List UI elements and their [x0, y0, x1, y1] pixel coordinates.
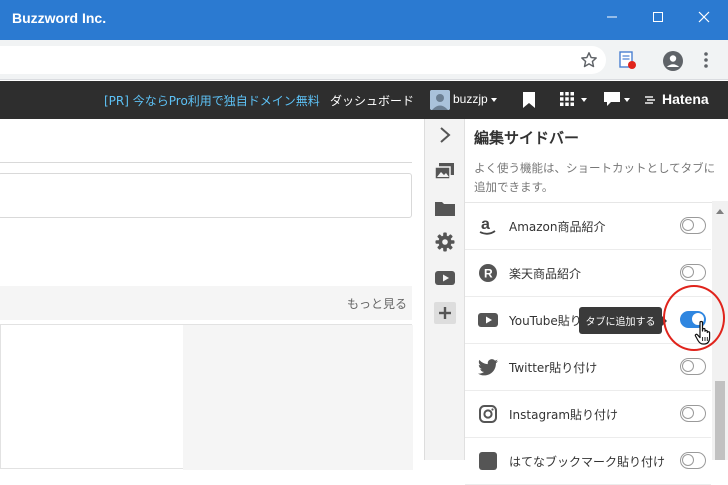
sidebar-tab-column [424, 119, 464, 460]
amazon-toggle[interactable] [680, 217, 706, 234]
promo-link[interactable]: [PR] 今ならPro利用で独自ドメイン無料 [104, 92, 320, 109]
hatena-header: [PR] 今ならPro利用で独自ドメイン無料 ダッシュボード buzzjp Ha… [0, 81, 728, 119]
toggle-knob [682, 454, 694, 466]
content-box-side [183, 325, 413, 470]
svg-text:R: R [484, 267, 493, 281]
close-button[interactable] [681, 0, 727, 34]
list-item[interactable]: Instagram貼り付け [465, 391, 711, 438]
list-item-label: はてなブックマーク貼り付け [509, 455, 666, 469]
list-item[interactable]: Twitter貼り付け [465, 344, 711, 391]
address-bar[interactable] [0, 46, 606, 74]
list-item[interactable]: a Amazon商品紹介 [465, 203, 711, 250]
instagram-icon [477, 403, 499, 425]
youtube-icon [477, 309, 499, 331]
twitter-toggle[interactable] [680, 358, 706, 375]
twitter-icon [477, 356, 499, 378]
photo-icon [434, 163, 454, 180]
minimize-icon [607, 16, 617, 18]
user-avatar-icon [430, 90, 450, 110]
toggle-knob [682, 407, 694, 419]
rakuten-icon: R [477, 262, 499, 284]
more-link[interactable]: もっと見る [347, 295, 407, 312]
username[interactable]: buzzjp [453, 92, 488, 106]
list-item[interactable]: はてなブックマーク貼り付け [465, 438, 711, 485]
list-item[interactable]: R 楽天商品紹介 [465, 250, 711, 297]
apps-caret-icon[interactable] [581, 98, 587, 102]
toggle-knob [682, 266, 694, 278]
folder-tab[interactable] [434, 197, 456, 219]
browser-menu-icon[interactable] [699, 50, 713, 70]
svg-text:a: a [481, 216, 490, 233]
maximize-icon [653, 12, 663, 22]
list-item-label: Twitter貼り付け [509, 361, 598, 375]
list-item-label: Amazon商品紹介 [509, 220, 606, 234]
collapse-sidebar-button[interactable] [425, 119, 464, 151]
add-tab-button[interactable] [434, 302, 456, 324]
hatena-logo-icon [645, 96, 655, 104]
gear-icon [435, 232, 455, 252]
list-item-label: YouTube貼り [509, 314, 582, 328]
avatar[interactable] [430, 90, 450, 110]
extension-icon[interactable] [617, 50, 637, 70]
add-to-tab-tooltip: タブに追加する [579, 307, 667, 334]
close-icon [698, 11, 710, 23]
scrollbar-thumb[interactable] [715, 381, 725, 460]
settings-tab[interactable] [434, 231, 456, 253]
list-item-label: 楽天商品紹介 [509, 267, 582, 281]
bookmark-icon[interactable] [523, 92, 535, 108]
window-titlebar: Buzzword Inc. [0, 0, 728, 40]
hatena-bookmark-icon [477, 450, 499, 472]
instagram-toggle[interactable] [680, 405, 706, 422]
sidebar-description: よく使う機能は、ショートカットとしてタブに追加できます。 [474, 161, 716, 194]
hand-cursor-icon [694, 320, 711, 345]
scroll-up-arrow-icon[interactable] [716, 209, 724, 214]
editor-area: もっと見る [0, 119, 424, 470]
amazon-icon: a [477, 215, 499, 237]
title-underline [0, 162, 412, 163]
user-menu-caret-icon[interactable] [491, 98, 497, 102]
hatena-bookmark-toggle[interactable] [680, 452, 706, 469]
dashboard-link[interactable]: ダッシュボード [330, 92, 414, 109]
editor-input-field[interactable] [0, 173, 412, 218]
youtube-tab[interactable] [434, 267, 456, 289]
toggle-knob [682, 219, 694, 231]
account-icon[interactable] [662, 50, 684, 72]
hatena-logo[interactable]: Hatena [662, 91, 709, 107]
sidebar-title: 編集サイドバー [474, 129, 580, 147]
rakuten-toggle[interactable] [680, 264, 706, 281]
plus-icon [439, 307, 451, 319]
youtube-icon [435, 271, 455, 285]
content-box [0, 324, 413, 470]
chevron-right-icon [439, 127, 451, 143]
window-title: Buzzword Inc. [12, 10, 107, 26]
bookmark-star-icon[interactable] [580, 51, 598, 69]
photo-tab[interactable] [434, 161, 456, 183]
notification-icon[interactable] [604, 92, 620, 107]
maximize-button[interactable] [635, 0, 681, 34]
minimize-button[interactable] [589, 0, 635, 34]
apps-grid-icon[interactable] [560, 92, 574, 106]
list-item-label: Instagram貼り付け [509, 408, 619, 422]
notification-caret-icon[interactable] [624, 98, 630, 102]
toggle-knob [682, 360, 694, 372]
folder-icon [435, 202, 455, 216]
